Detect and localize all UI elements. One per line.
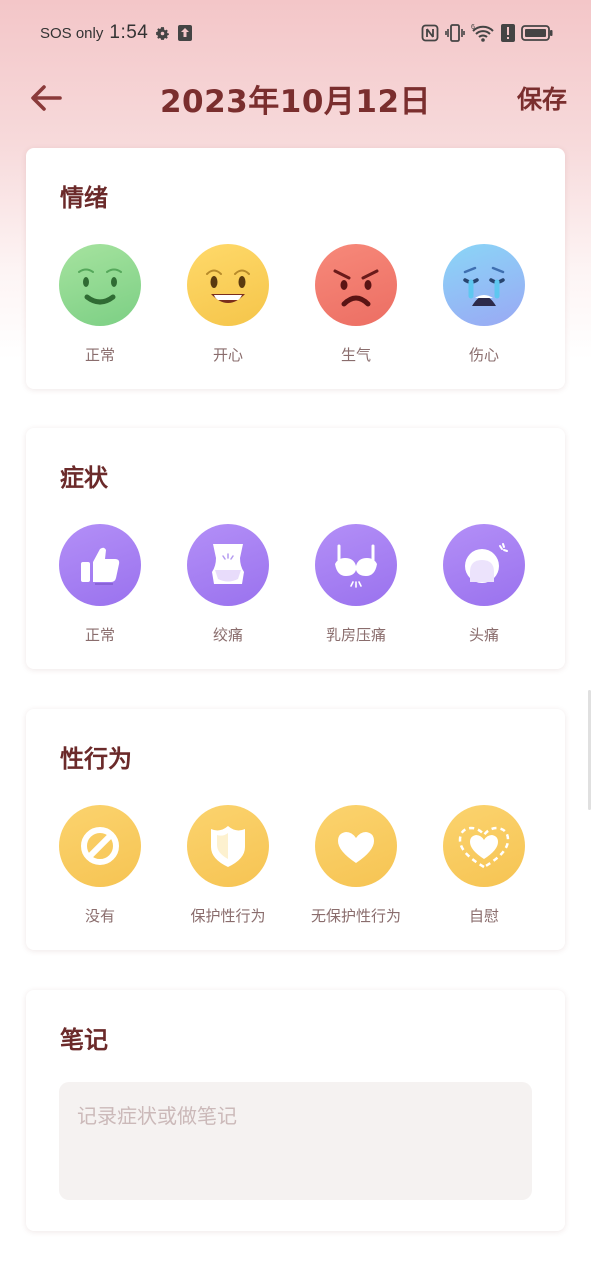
bra-icon (315, 524, 397, 606)
option-label: 乳房压痛 (325, 626, 386, 644)
option-label: 开心 (212, 346, 243, 364)
notes-field (59, 1082, 532, 1200)
option-label: 绞痛 (212, 626, 243, 644)
angry-face-icon (315, 244, 397, 326)
carrier-text: SOS only (40, 24, 104, 42)
shield-icon (187, 805, 269, 887)
alert-icon (501, 24, 515, 42)
status-bar: SOS only 1:54 6 (0, 0, 591, 66)
option-label: 生气 (340, 346, 371, 364)
vibrate-icon (445, 24, 465, 42)
option-label: 正常 (84, 346, 115, 364)
mood-option-normal[interactable]: 正常 (30, 244, 170, 365)
symptoms-section-title: 症状 (60, 464, 108, 492)
no-icon (59, 805, 141, 887)
symptom-option-breast-tenderness[interactable]: 乳房压痛 (286, 524, 426, 645)
heart-icon (315, 805, 397, 887)
thumbs-up-icon (59, 524, 141, 606)
sex-option-masturbation[interactable]: 自慰 (414, 805, 554, 926)
head-icon (443, 524, 525, 606)
battery-icon (521, 24, 553, 42)
mood-section-title: 情绪 (60, 184, 108, 212)
page-title: 2023年10月12日 (159, 84, 432, 120)
notes-card: 笔记 (26, 990, 565, 1231)
neutral-face-icon (59, 244, 141, 326)
option-label: 自慰 (468, 907, 499, 925)
svg-text:6: 6 (471, 24, 475, 31)
symptom-option-headache[interactable]: 头痛 (414, 524, 554, 645)
nfc-icon (421, 24, 439, 42)
sex-card: 性行为 没有 保护性行为 无保护性行为 自慰 (26, 709, 565, 950)
symptom-option-cramps[interactable]: 绞痛 (158, 524, 298, 645)
symptom-option-normal[interactable]: 正常 (30, 524, 170, 645)
sex-options: 没有 保护性行为 无保护性行为 自慰 (26, 805, 565, 935)
upload-icon (177, 24, 193, 42)
gear-icon (154, 25, 171, 42)
symptoms-card: 症状 正常 绞痛 乳房压痛 头痛 (26, 428, 565, 669)
mood-options: 正常 开心 生气 伤心 (26, 244, 565, 374)
notes-input[interactable] (77, 1100, 514, 1182)
sex-option-protected[interactable]: 保护性行为 (158, 805, 298, 926)
symptom-options: 正常 绞痛 乳房压痛 头痛 (26, 524, 565, 654)
mood-option-sad[interactable]: 伤心 (414, 244, 554, 365)
top-app-bar: 2023年10月12日 保存 (0, 66, 591, 128)
option-label: 没有 (84, 907, 115, 925)
option-label: 保护性行为 (190, 907, 266, 925)
option-label: 无保护性行为 (310, 907, 401, 925)
sex-option-unprotected[interactable]: 无保护性行为 (286, 805, 426, 926)
save-button[interactable]: 保存 (517, 80, 567, 116)
notes-section-title: 笔记 (60, 1026, 108, 1054)
sparkle-heart-icon (443, 805, 525, 887)
abdomen-icon (187, 524, 269, 606)
mood-option-angry[interactable]: 生气 (286, 244, 426, 365)
sex-section-title: 性行为 (60, 745, 132, 773)
happy-face-icon (187, 244, 269, 326)
sex-option-none[interactable]: 没有 (30, 805, 170, 926)
option-label: 伤心 (468, 346, 499, 364)
wifi-6-icon: 6 (471, 23, 495, 43)
clock: 1:54 (109, 22, 149, 43)
mood-option-happy[interactable]: 开心 (158, 244, 298, 365)
option-label: 头痛 (468, 626, 499, 644)
mood-card: 情绪 正常 开心 生气 伤心 (26, 148, 565, 389)
option-label: 正常 (84, 626, 115, 644)
crying-face-icon (443, 244, 525, 326)
